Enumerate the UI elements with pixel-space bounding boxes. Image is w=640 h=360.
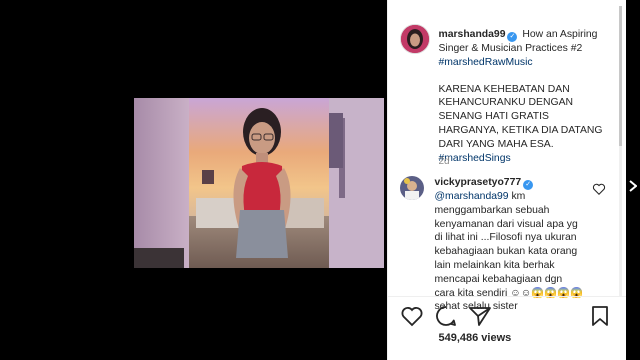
video-player[interactable]	[134, 98, 384, 268]
author-username[interactable]: marshanda99	[438, 29, 505, 40]
author-avatar[interactable]	[400, 24, 431, 54]
commenter-username[interactable]: vickyprasetyo777	[434, 177, 521, 188]
comments-scrollbar[interactable]	[619, 6, 622, 296]
actions-divider	[388, 296, 626, 297]
scrollbar-thumb[interactable]	[619, 6, 622, 146]
view-count[interactable]: 549,486 views	[438, 332, 511, 344]
caption-hashtag[interactable]: #marshedRawMusic	[438, 57, 532, 68]
share-icon[interactable]	[468, 304, 492, 328]
comment-mention[interactable]: @marshanda99	[434, 191, 508, 202]
bookmark-icon[interactable]	[588, 304, 612, 328]
caption-paragraph: KARENA KEHEBATAN DAN KEHANCURANKU DENGAN…	[438, 83, 610, 166]
post-caption: marshanda99 ✓ How an Aspiring Singer & Mu…	[438, 28, 610, 165]
author-avatar-image	[401, 25, 430, 53]
verified-icon: ✓	[507, 32, 518, 42]
video-frame-image	[134, 98, 384, 268]
commenter-avatar-image	[400, 176, 425, 200]
commenter-avatar[interactable]	[400, 176, 425, 200]
post-modal: marshanda99 ✓ How an Aspiring Singer & Mu…	[134, 0, 626, 360]
post-side-panel: marshanda99 ✓ How an Aspiring Singer & Mu…	[387, 0, 626, 360]
post-actions	[388, 304, 626, 328]
caption-body: KARENA KEHEBATAN DAN KEHANCURANKU DENGAN…	[438, 83, 603, 150]
post-media[interactable]	[134, 0, 388, 360]
chevron-right-icon[interactable]	[629, 180, 637, 192]
comment-icon[interactable]	[434, 304, 458, 328]
comment-like-heart-icon[interactable]	[592, 182, 606, 196]
verified-icon: ✓	[523, 180, 534, 190]
comment-text: km menggambarkan sebuah kenyamanan dari …	[434, 191, 578, 299]
post-timestamp[interactable]: 2d	[438, 156, 449, 167]
heart-icon[interactable]	[400, 304, 424, 328]
comment-item: vickyprasetyo777 ✓ @marshanda99 km mengga…	[434, 176, 584, 314]
modal-backdrop[interactable]	[0, 0, 134, 360]
